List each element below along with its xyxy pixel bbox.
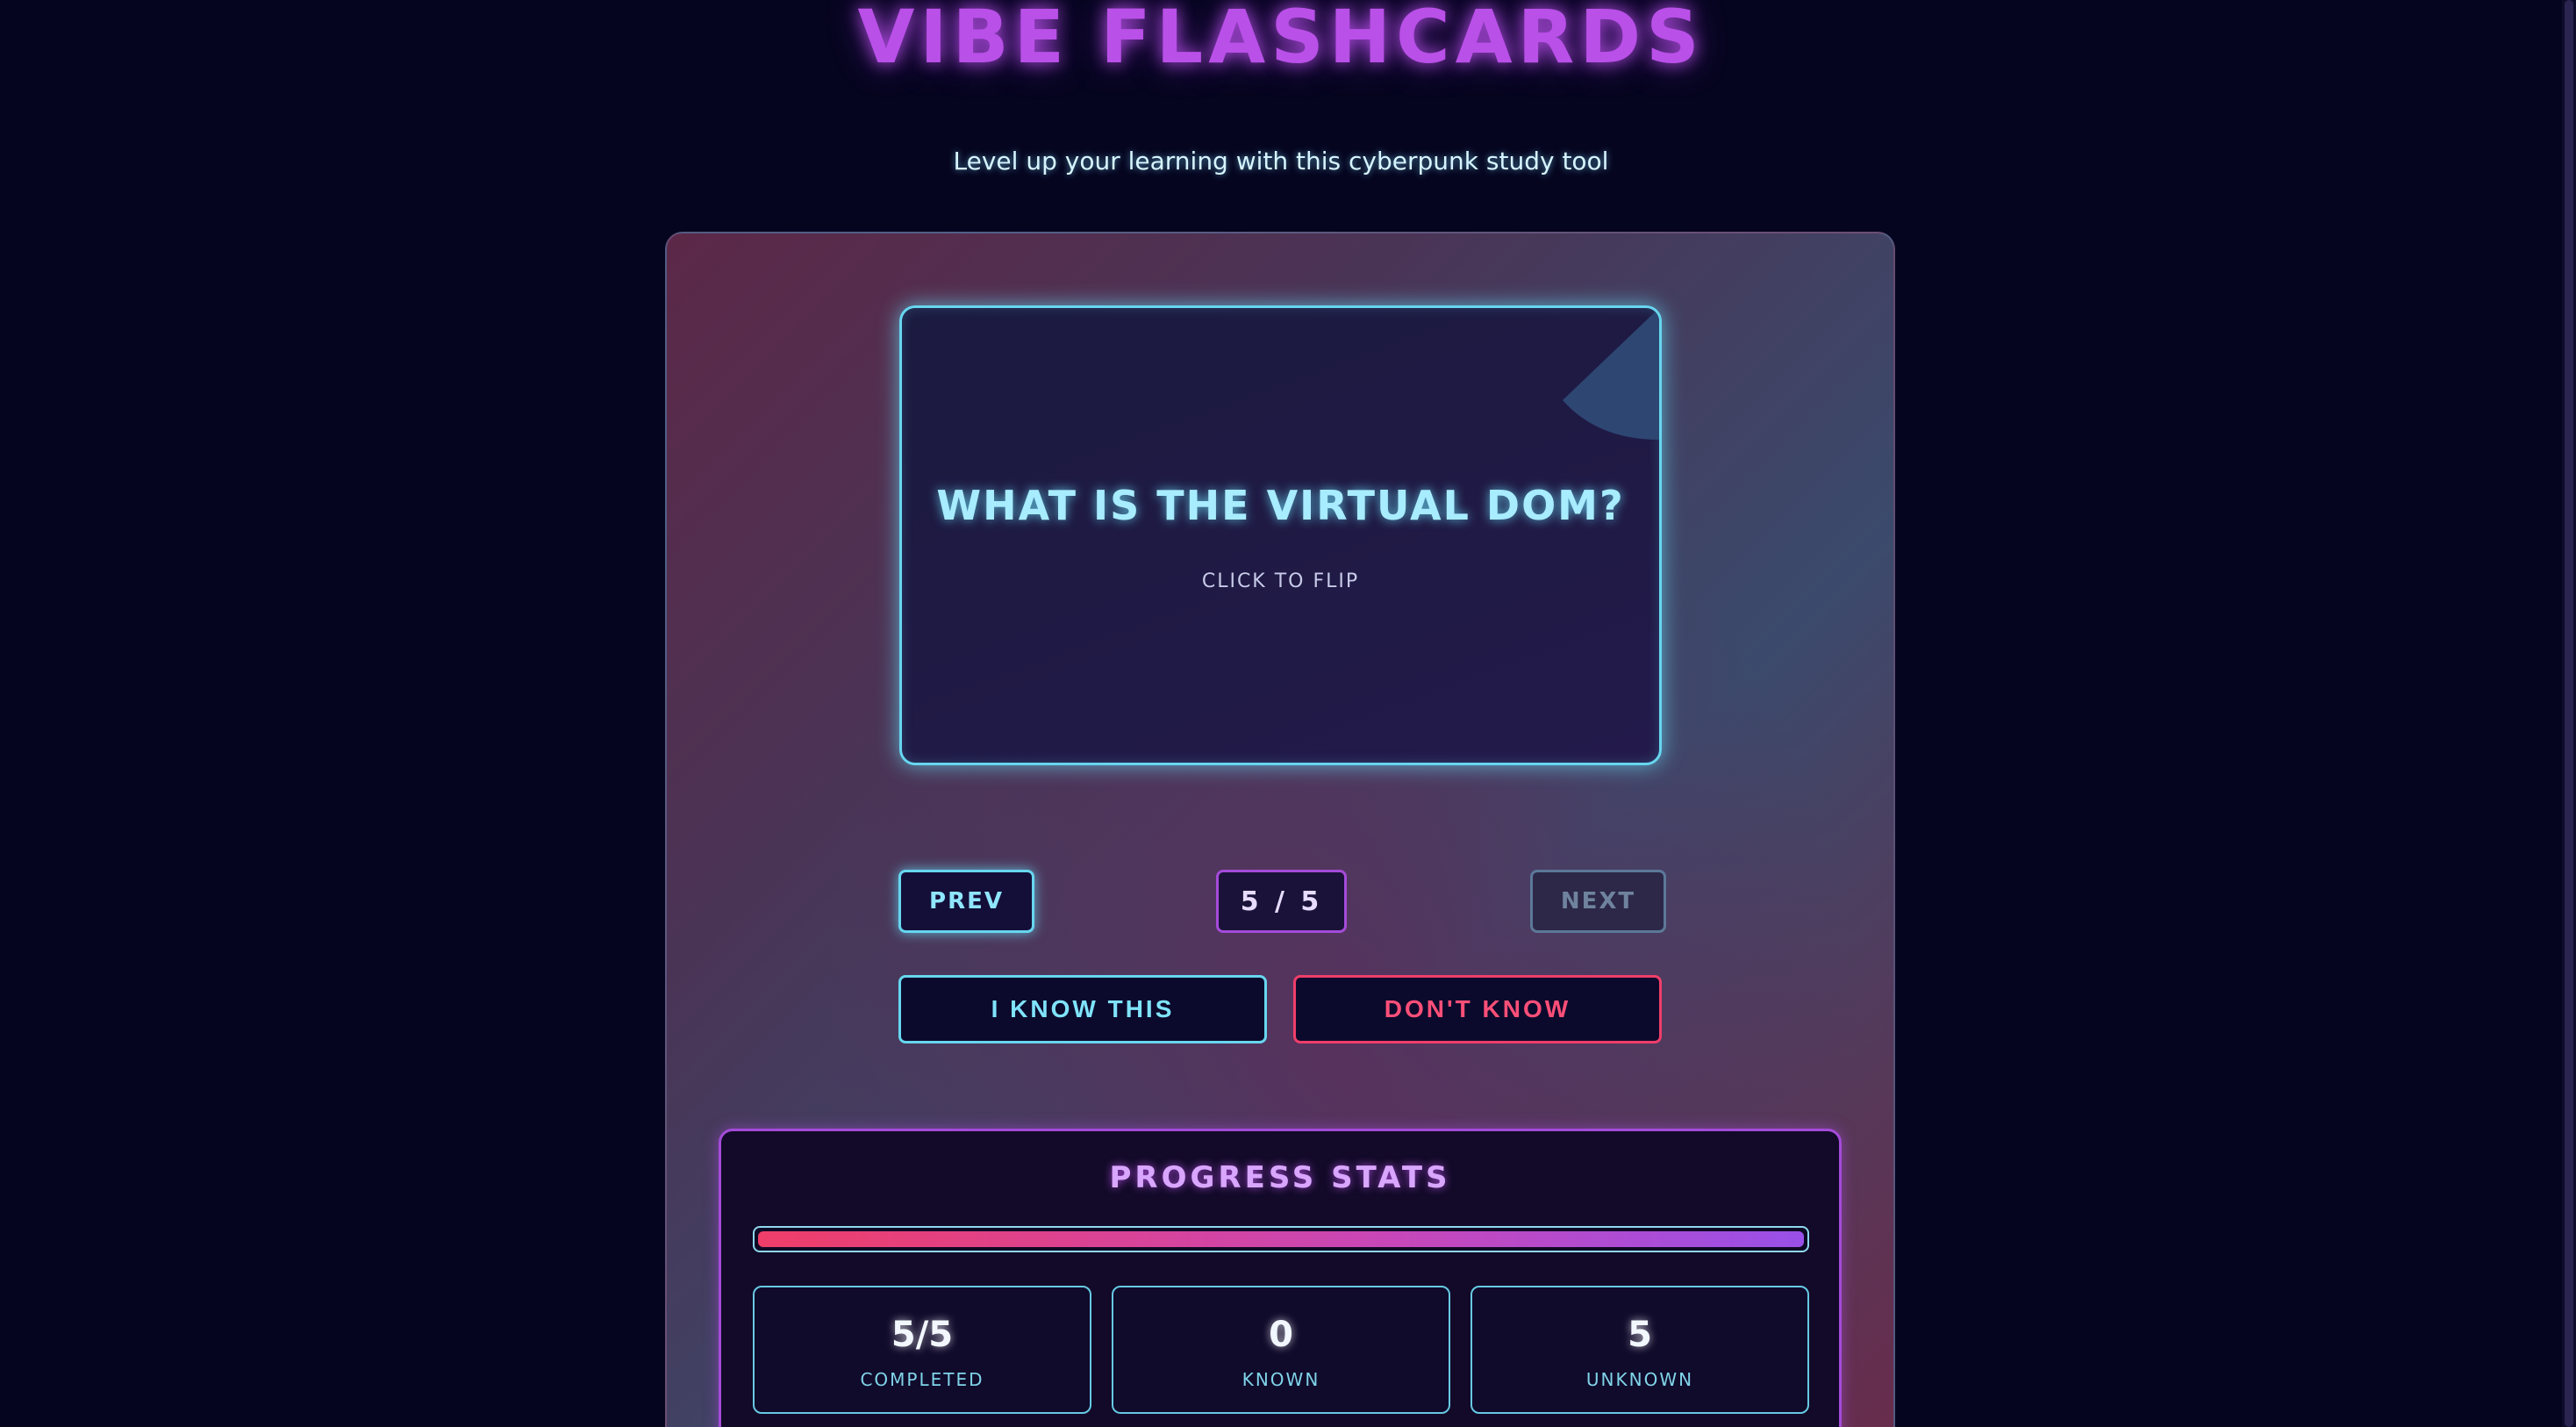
app-title: VIBE FLASHCARDS bbox=[857, 0, 1705, 80]
i-know-this-button[interactable]: I KNOW THIS bbox=[898, 975, 1267, 1043]
progress-bar bbox=[753, 1226, 1809, 1252]
stat-known-label: KNOWN bbox=[1241, 1369, 1320, 1390]
app-subtitle: Level up your learning with this cyberpu… bbox=[953, 147, 1609, 176]
card-question: WHAT IS THE VIRTUAL DOM? bbox=[936, 482, 1625, 529]
next-button[interactable]: NEXT bbox=[1530, 870, 1666, 933]
scrollbar-thumb[interactable] bbox=[2565, 0, 2573, 1427]
flashcard[interactable]: WHAT IS THE VIRTUAL DOM? CLICK TO FLIP bbox=[899, 305, 1662, 765]
stat-known: 0 KNOWN bbox=[1112, 1286, 1450, 1414]
card-counter: 5 / 5 bbox=[1216, 870, 1347, 933]
progress-bar-fill bbox=[758, 1231, 1804, 1247]
stat-completed-label: COMPLETED bbox=[860, 1369, 984, 1390]
dont-know-button[interactable]: DON'T KNOW bbox=[1293, 975, 1662, 1043]
stat-completed-value: 5/5 bbox=[891, 1315, 954, 1355]
stat-unknown-label: UNKNOWN bbox=[1585, 1369, 1694, 1390]
stats-title: PROGRESS STATS bbox=[1109, 1160, 1451, 1195]
stat-unknown: 5 UNKNOWN bbox=[1470, 1286, 1809, 1414]
stat-unknown-value: 5 bbox=[1628, 1315, 1652, 1355]
stat-completed: 5/5 COMPLETED bbox=[753, 1286, 1091, 1414]
page-curl-icon bbox=[1563, 308, 1659, 440]
card-flip-hint: CLICK TO FLIP bbox=[1201, 570, 1360, 592]
stat-known-value: 0 bbox=[1269, 1315, 1293, 1355]
prev-button[interactable]: PREV bbox=[898, 870, 1034, 933]
progress-stats-panel: PROGRESS STATS 5/5 COMPLETED 0 KNOWN 5 U… bbox=[719, 1129, 1842, 1427]
